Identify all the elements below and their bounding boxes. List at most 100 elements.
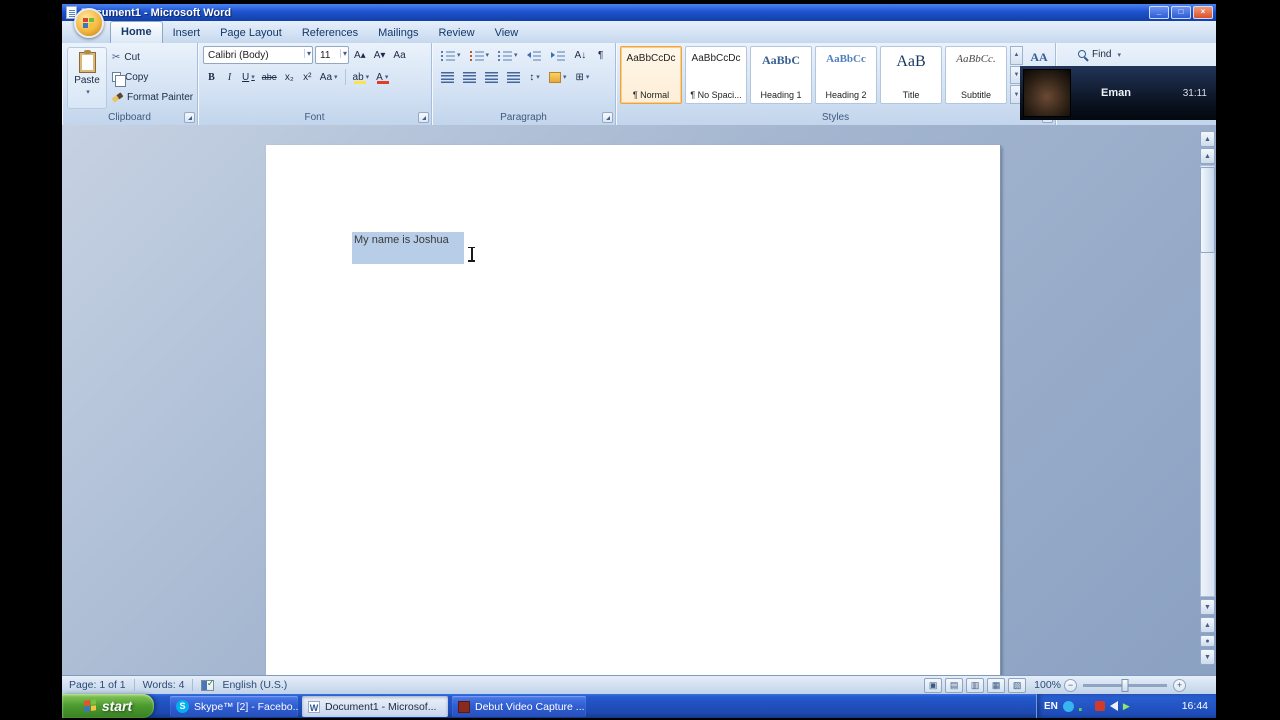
tab-references[interactable]: References: [292, 23, 368, 43]
webcam-user-name: Eman: [1101, 87, 1131, 99]
sort-button[interactable]: A↓: [572, 46, 590, 64]
document-page[interactable]: My name is Joshua: [266, 145, 1000, 675]
zoom-slider[interactable]: [1083, 678, 1167, 692]
find-button[interactable]: Find: [1078, 49, 1121, 60]
font-size-combo[interactable]: 11: [315, 46, 349, 64]
page-indicator[interactable]: Page: 1 of 1: [69, 679, 126, 691]
format-painter-button[interactable]: Format Painter: [110, 88, 195, 106]
signal-tray-icon[interactable]: [1078, 708, 1082, 711]
tab-page-layout[interactable]: Page Layout: [210, 23, 292, 43]
scrollbar-thumb[interactable]: [1200, 167, 1215, 253]
zoom-slider-thumb[interactable]: [1121, 678, 1129, 692]
bold-button[interactable]: B: [203, 68, 220, 86]
tab-home[interactable]: Home: [110, 21, 163, 43]
style-preview: AaBbCc: [826, 53, 866, 65]
line-spacing-button[interactable]: ↕: [526, 68, 543, 86]
grow-font-button[interactable]: A▴: [351, 46, 369, 64]
font-color-button[interactable]: A: [373, 68, 391, 86]
strikethrough-button[interactable]: abe: [259, 68, 280, 86]
media-play-tray-icon[interactable]: ▶: [1123, 701, 1130, 712]
style-heading-1[interactable]: AaBbC Heading 1: [750, 46, 812, 104]
web-layout-view-button[interactable]: ▥: [966, 677, 985, 693]
text-highlight-button[interactable]: ab: [350, 68, 373, 86]
word-count[interactable]: Words: 4: [143, 679, 185, 691]
superscript-button[interactable]: x²: [299, 68, 316, 86]
italic-button[interactable]: I: [221, 68, 238, 86]
underline-button[interactable]: U: [239, 68, 258, 86]
bullets-button[interactable]: [438, 46, 464, 64]
clear-formatting-button[interactable]: Aa: [390, 46, 408, 64]
minimize-button[interactable]: _: [1149, 6, 1169, 19]
paste-button[interactable]: Paste: [67, 47, 107, 109]
proofing-status-icon[interactable]: [201, 678, 215, 691]
tab-mailings[interactable]: Mailings: [368, 23, 428, 43]
recorder-tray-icon[interactable]: [1094, 701, 1105, 711]
show-paragraph-marks-button[interactable]: ¶: [592, 46, 609, 64]
taskbar-button-debut[interactable]: Debut Video Capture ...: [452, 696, 586, 717]
tab-review[interactable]: Review: [428, 23, 484, 43]
zoom-out-button[interactable]: −: [1064, 678, 1077, 692]
start-button[interactable]: start: [62, 694, 154, 718]
restore-button[interactable]: □: [1171, 6, 1191, 19]
selected-text[interactable]: My name is Joshua: [352, 232, 464, 264]
font-name-combo[interactable]: Calibri (Body): [203, 46, 313, 64]
styles-scroll-up-button[interactable]: ▲: [1010, 46, 1023, 65]
document-workspace[interactable]: My name is Joshua ▲ ▲ ▼ ▲ ● ▼: [62, 125, 1216, 675]
status-right: ▣ ▤ ▥ ▦ ▧ 100% − +: [924, 676, 1186, 694]
full-screen-reading-view-button[interactable]: ▤: [945, 677, 964, 693]
justify-button[interactable]: [504, 68, 523, 86]
clock[interactable]: 16:44: [1182, 700, 1208, 712]
language-bar[interactable]: EN: [1044, 701, 1058, 712]
close-button[interactable]: ×: [1193, 6, 1213, 19]
style-subtitle[interactable]: AaBbCc. Subtitle: [945, 46, 1007, 104]
zoom-level[interactable]: 100%: [1034, 679, 1061, 691]
volume-tray-icon[interactable]: [1109, 701, 1118, 711]
taskbar-button-word[interactable]: W Document1 - Microsof...: [302, 696, 448, 717]
style-label: Heading 1: [760, 90, 802, 100]
clipboard-dialog-launcher[interactable]: [184, 112, 195, 123]
draft-view-button[interactable]: ▧: [1008, 677, 1027, 693]
tab-view[interactable]: View: [485, 23, 529, 43]
taskbar-button-skype[interactable]: S Skype™ [2] - Facebo...: [170, 696, 298, 717]
webcam-overlay: Eman 31:11: [1020, 66, 1216, 120]
increase-indent-button[interactable]: [548, 46, 569, 64]
subscript-button[interactable]: x₂: [281, 68, 298, 86]
decrease-indent-button[interactable]: [524, 46, 545, 64]
align-center-button[interactable]: [460, 68, 479, 86]
align-right-button[interactable]: [482, 68, 501, 86]
style-no-spacing[interactable]: AaBbCcDc ¶ No Spaci...: [685, 46, 747, 104]
next-page-button[interactable]: ▼: [1200, 649, 1215, 665]
language-indicator[interactable]: English (U.S.): [222, 679, 287, 691]
outline-view-button[interactable]: ▦: [987, 677, 1006, 693]
scroll-up-button[interactable]: ▲: [1200, 148, 1215, 164]
select-browse-object-button[interactable]: ●: [1200, 635, 1215, 647]
style-heading-2[interactable]: AaBbCc Heading 2: [815, 46, 877, 104]
paragraph-group-label: Paragraph: [500, 112, 547, 123]
status-left: Page: 1 of 1 Words: 4 English (U.S.): [62, 678, 287, 691]
print-layout-view-button[interactable]: ▣: [924, 677, 943, 693]
copy-label: Copy: [125, 71, 149, 83]
tab-insert[interactable]: Insert: [163, 23, 211, 43]
office-button[interactable]: [74, 8, 104, 38]
vertical-scrollbar[interactable]: ▲ ▲ ▼ ▲ ● ▼: [1200, 131, 1215, 669]
multilevel-list-button[interactable]: [495, 46, 521, 64]
style-title[interactable]: AaB Title: [880, 46, 942, 104]
ruler-toggle-button[interactable]: ▲: [1200, 131, 1215, 147]
style-normal[interactable]: AaBbCcDc ¶ Normal: [620, 46, 682, 104]
previous-page-button[interactable]: ▲: [1200, 617, 1215, 633]
align-left-button[interactable]: [438, 68, 457, 86]
font-dialog-launcher[interactable]: [418, 112, 429, 123]
shrink-font-button[interactable]: A▾: [371, 46, 389, 64]
shading-button[interactable]: [546, 68, 570, 86]
copy-button[interactable]: Copy: [110, 68, 195, 87]
borders-button[interactable]: ⊞: [573, 68, 593, 86]
cut-button[interactable]: ✂ Cut: [110, 48, 195, 66]
zoom-in-button[interactable]: +: [1173, 678, 1186, 692]
ribbon-tab-row: Home Insert Page Layout References Maili…: [62, 8, 1216, 43]
scroll-down-button[interactable]: ▼: [1200, 599, 1215, 615]
font-row-2: B I U abe x₂ x² Aa ab A: [203, 68, 391, 86]
skype-tray-icon[interactable]: [1062, 700, 1074, 712]
numbering-button[interactable]: [467, 46, 493, 64]
paragraph-dialog-launcher[interactable]: [602, 112, 613, 123]
change-case-button[interactable]: Aa: [317, 68, 341, 86]
